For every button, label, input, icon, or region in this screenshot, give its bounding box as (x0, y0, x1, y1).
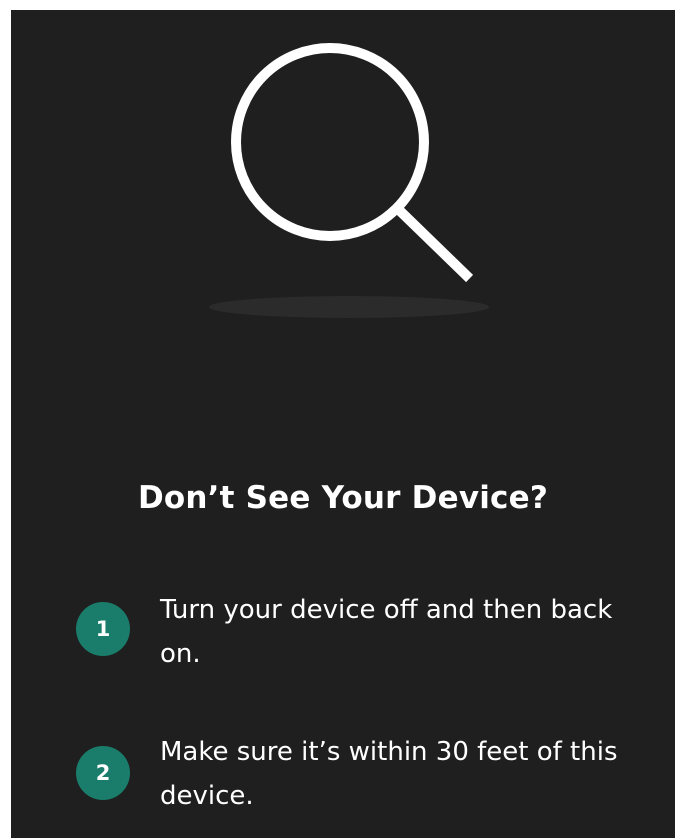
search-illustration (209, 43, 489, 318)
step-number-badge: 2 (76, 746, 130, 800)
step-text: Turn your device off and then back on. (160, 595, 613, 669)
step-number-badge: 1 (76, 602, 130, 656)
page-title: Don’t See Your Device? (137, 480, 549, 516)
step-text: Make sure it’s within 30 feet of this de… (160, 737, 618, 811)
device-not-found-screen: Don’t See Your Device? 1 Turn your devic… (11, 10, 675, 838)
shadow-ellipse (209, 296, 489, 318)
magnifying-glass-icon (231, 43, 474, 283)
